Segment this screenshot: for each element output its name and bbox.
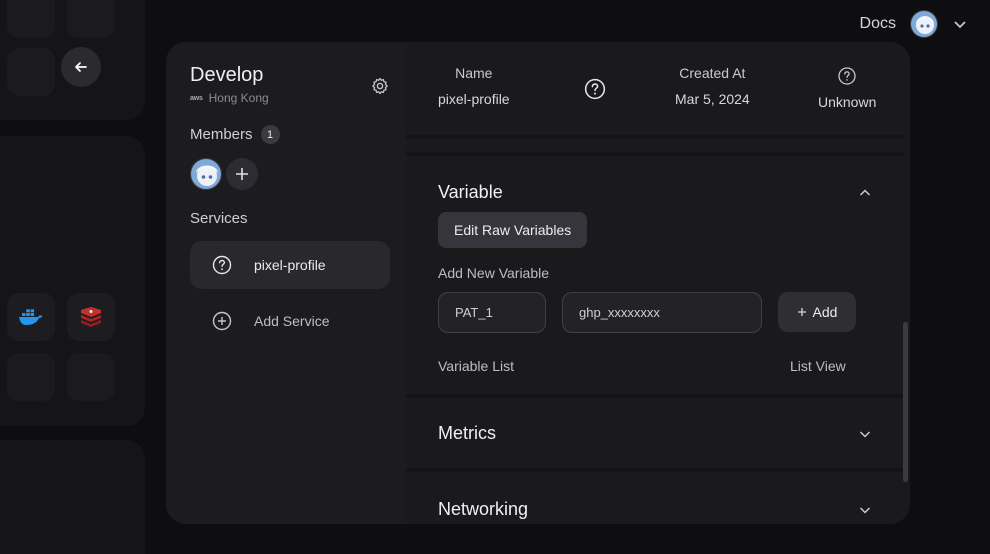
add-variable-label: Add — [812, 304, 838, 320]
arrow-left-icon — [75, 62, 87, 72]
service-detail: Name pixel-profile Created At Mar 5, 202… — [406, 42, 910, 524]
bg-tile — [7, 353, 55, 401]
status-info: Unknown — [818, 66, 876, 110]
name-info: Name pixel-profile — [438, 65, 510, 107]
variable-list-label: Variable List — [438, 358, 515, 374]
service-name: pixel-profile — [254, 257, 326, 273]
members-label: Members — [190, 126, 253, 143]
name-label: Name — [455, 65, 493, 81]
plus-circle-icon — [212, 311, 232, 331]
question-circle-icon — [838, 67, 856, 85]
chevron-down-icon[interactable] — [952, 16, 968, 32]
service-item-pixel-profile[interactable]: pixel-profile — [190, 241, 390, 289]
bg-card — [0, 440, 145, 554]
divider — [406, 468, 904, 472]
list-view-toggle[interactable]: List View — [790, 358, 846, 374]
scrollbar[interactable] — [903, 322, 908, 482]
user-avatar[interactable] — [910, 10, 938, 38]
chevron-up-icon[interactable] — [858, 186, 872, 200]
redis-icon — [81, 307, 101, 327]
created-label: Created At — [679, 65, 746, 81]
add-new-variable-label: Add New Variable — [438, 265, 550, 281]
question-circle-icon — [584, 78, 606, 100]
chevron-down-icon[interactable] — [858, 503, 872, 517]
docs-link[interactable]: Docs — [860, 15, 896, 33]
service-info-row: Name pixel-profile Created At Mar 5, 202… — [406, 42, 910, 136]
metrics-section-title[interactable]: Metrics — [438, 423, 496, 444]
created-value: Mar 5, 2024 — [675, 91, 750, 107]
add-member-button[interactable] — [226, 158, 258, 190]
name-value: pixel-profile — [438, 91, 510, 107]
variable-value-input[interactable]: ghp_xxxxxxxx — [562, 292, 762, 333]
member-avatar[interactable] — [190, 158, 222, 190]
docker-service-tile[interactable] — [7, 293, 55, 341]
top-bar: Docs — [860, 10, 968, 38]
divider — [406, 135, 904, 139]
project-region: aws Hong Kong — [190, 91, 390, 105]
edit-raw-variables-button[interactable]: Edit Raw Variables — [438, 212, 588, 248]
networking-section-title[interactable]: Networking — [438, 499, 528, 520]
project-panel: Develop aws Hong Kong Members 1 Services… — [166, 42, 910, 524]
members-list — [190, 158, 390, 190]
gear-icon[interactable] — [370, 76, 390, 96]
bg-tile — [67, 0, 115, 38]
variable-key-input[interactable]: PAT_1 — [438, 292, 546, 333]
members-header: Members 1 — [190, 125, 390, 144]
plus-icon — [236, 168, 248, 180]
redis-service-tile[interactable] — [67, 293, 115, 341]
divider — [406, 394, 904, 398]
bg-tile — [7, 0, 55, 38]
bg-tile — [67, 353, 115, 401]
bg-tile — [7, 48, 55, 96]
project-title: Develop — [190, 64, 264, 86]
plus-icon — [797, 308, 806, 316]
add-variable-button[interactable]: Add — [778, 292, 856, 332]
aws-logo-icon: aws — [190, 94, 203, 102]
region-label: Hong Kong — [208, 91, 269, 105]
project-sidebar: Develop aws Hong Kong Members 1 Services… — [166, 42, 406, 524]
question-circle-icon — [212, 255, 232, 275]
divider — [406, 152, 904, 156]
chevron-down-icon[interactable] — [858, 427, 872, 441]
members-count-badge: 1 — [260, 125, 280, 144]
services-label: Services — [190, 210, 248, 227]
docker-icon — [19, 309, 43, 325]
add-service-label: Add Service — [254, 313, 330, 329]
variable-section-title: Variable — [438, 182, 503, 202]
add-service-button[interactable]: Add Service — [190, 297, 390, 345]
status-value: Unknown — [818, 94, 877, 110]
back-button[interactable] — [61, 47, 101, 87]
created-info: Created At Mar 5, 2024 — [675, 65, 750, 107]
